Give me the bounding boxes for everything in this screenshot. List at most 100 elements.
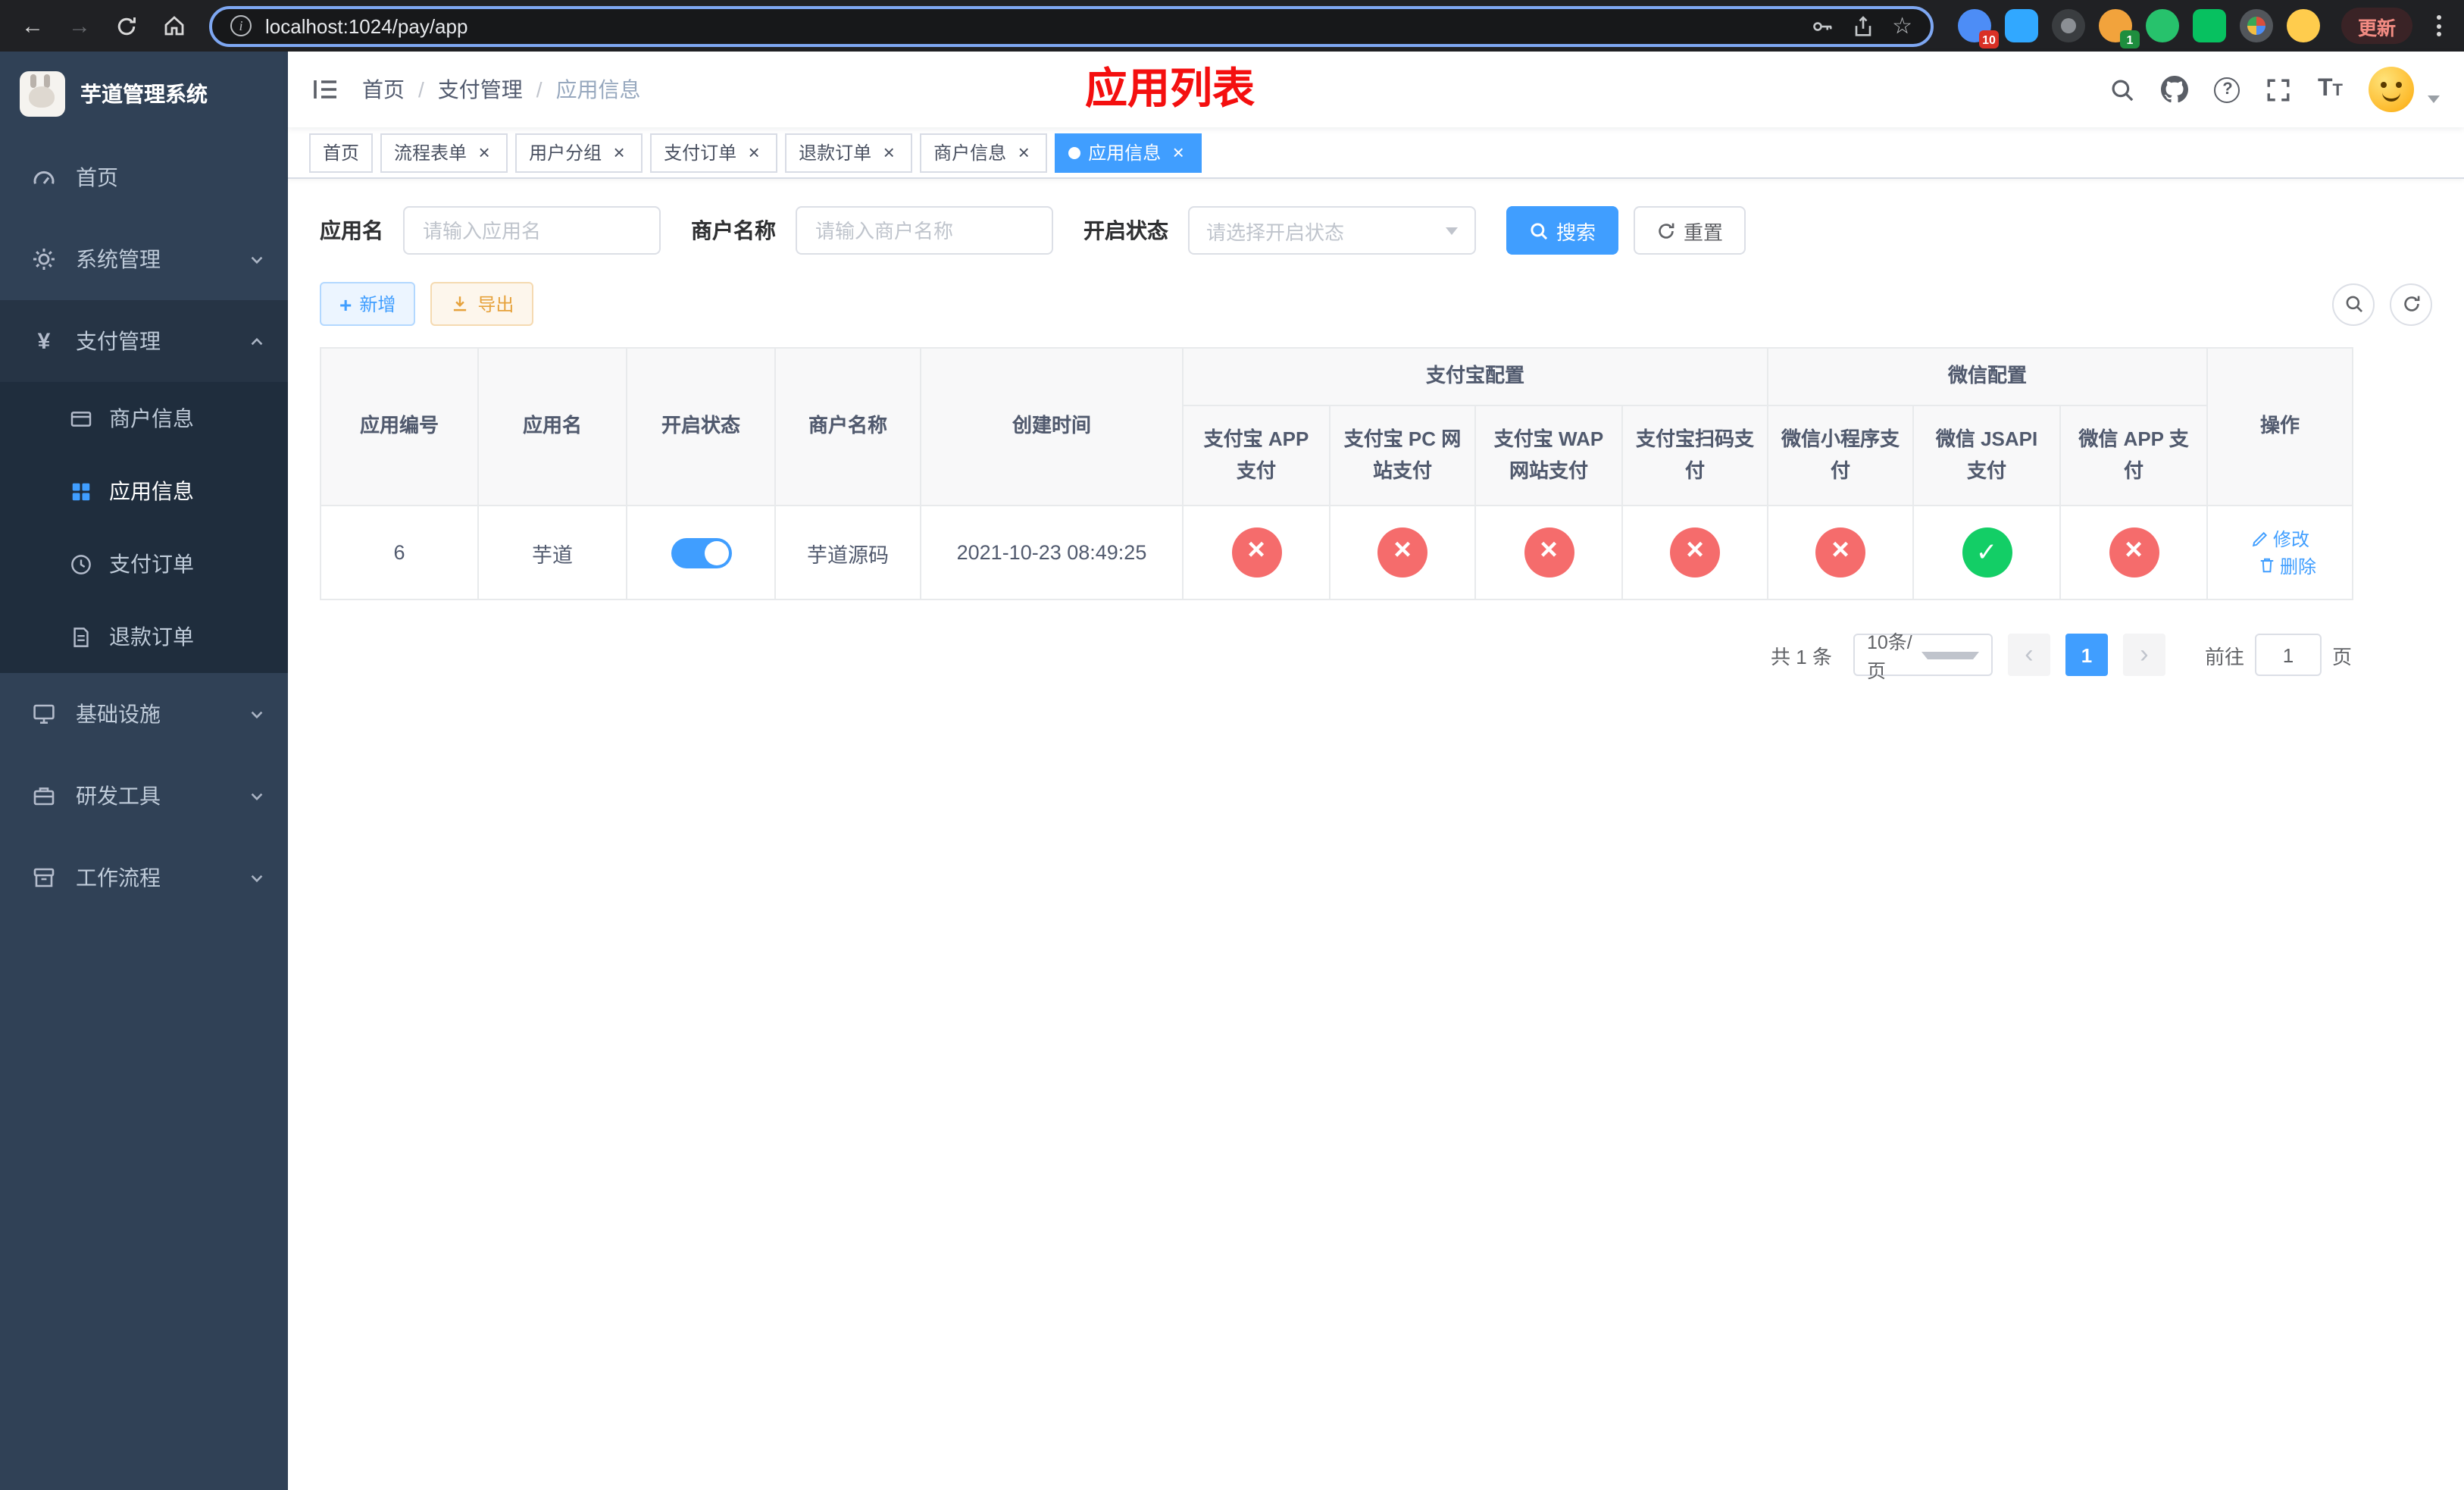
password-key-icon[interactable] bbox=[1810, 14, 1833, 37]
browser-reload-button[interactable] bbox=[106, 5, 147, 46]
search-button[interactable]: 搜索 bbox=[1506, 206, 1619, 255]
page-number-button[interactable]: 1 bbox=[2065, 634, 2108, 676]
prev-page-button[interactable] bbox=[2007, 634, 2050, 676]
sidebar-menu: 首页 系统管理 支付管理 bbox=[0, 136, 288, 1490]
sidebar-item-payment-orders[interactable]: 支付订单 bbox=[0, 527, 288, 600]
column-header-alipay-app: 支付宝 APP 支付 bbox=[1182, 405, 1330, 506]
hamburger-icon[interactable] bbox=[312, 77, 339, 102]
browser-forward-button[interactable]: → bbox=[59, 5, 100, 46]
archive-icon bbox=[30, 866, 58, 890]
extension-icon[interactable] bbox=[2004, 9, 2038, 42]
share-icon[interactable] bbox=[1851, 14, 1874, 37]
status-select[interactable]: 请选择开启状态 bbox=[1188, 206, 1476, 255]
tab-merchant-info[interactable]: 商户信息 bbox=[920, 133, 1048, 172]
url-text: localhost:1024/pay/app bbox=[265, 14, 468, 37]
close-icon[interactable] bbox=[609, 142, 629, 162]
browser-menu-button[interactable] bbox=[2425, 6, 2452, 45]
tab-refund-orders[interactable]: 退款订单 bbox=[785, 133, 913, 172]
close-icon[interactable] bbox=[474, 142, 494, 162]
extension-icon[interactable] bbox=[2051, 9, 2085, 42]
user-avatar[interactable] bbox=[2369, 67, 2414, 112]
extension-icon[interactable]: 1 bbox=[2098, 9, 2140, 49]
top-navbar: 首页 / 支付管理 / 应用信息 应用列表 bbox=[288, 52, 2464, 127]
config-status-icon bbox=[1962, 527, 2012, 578]
browser-update-button[interactable]: 更新 bbox=[2340, 8, 2412, 44]
extension-icon[interactable] bbox=[2192, 9, 2226, 42]
sidebar-item-workflow[interactable]: 工作流程 bbox=[0, 837, 288, 919]
column-header-app-name: 应用名 bbox=[477, 347, 627, 506]
chevron-down-icon bbox=[249, 869, 265, 886]
browser-back-button[interactable]: ← bbox=[12, 5, 53, 46]
group-header-wechat: 微信配置 bbox=[1767, 347, 2209, 406]
bookmark-star-icon[interactable]: ☆ bbox=[1892, 14, 1912, 37]
column-header-wechat-mini: 微信小程序支付 bbox=[1767, 405, 1915, 506]
close-icon[interactable] bbox=[744, 142, 764, 162]
page-size-select[interactable]: 10条/页 bbox=[1853, 632, 1993, 682]
breadcrumb-current: 应用信息 bbox=[555, 77, 641, 102]
extension-icon[interactable]: 10 bbox=[1957, 9, 1999, 49]
sidebar-item-system[interactable]: 系统管理 bbox=[0, 218, 288, 300]
sidebar-item-infrastructure[interactable]: 基础设施 bbox=[0, 673, 288, 755]
page-title: 应用列表 bbox=[1084, 65, 1255, 112]
extension-icon[interactable] bbox=[2286, 9, 2320, 42]
avatar-dropdown-caret-icon[interactable] bbox=[2428, 95, 2440, 103]
extension-badge: 10 bbox=[1978, 30, 1999, 49]
column-header-wechat-app: 微信 APP 支付 bbox=[2059, 405, 2209, 506]
cell-merchant: 芋道源码 bbox=[774, 505, 921, 600]
breadcrumb-separator: / bbox=[418, 77, 424, 102]
url-bar[interactable]: localhost:1024/pay/app ☆ bbox=[209, 5, 1934, 46]
refresh-table-button[interactable] bbox=[2390, 283, 2432, 325]
tab-process-form[interactable]: 流程表单 bbox=[380, 133, 508, 172]
tab-payment-orders[interactable]: 支付订单 bbox=[650, 133, 778, 172]
sidebar-item-dev-tools[interactable]: 研发工具 bbox=[0, 755, 288, 837]
search-icon[interactable] bbox=[2110, 77, 2136, 102]
extension-icon[interactable] bbox=[2239, 9, 2273, 42]
close-icon[interactable] bbox=[879, 142, 899, 162]
cell-alipay-qr bbox=[1621, 505, 1769, 600]
chevron-down-icon bbox=[1446, 227, 1458, 234]
app-logo: 芋道管理系统 bbox=[0, 52, 288, 136]
reset-button[interactable]: 重置 bbox=[1634, 206, 1746, 255]
status-label: 开启状态 bbox=[1083, 218, 1168, 243]
sidebar-item-merchant-info[interactable]: 商户信息 bbox=[0, 382, 288, 455]
sidebar-item-home[interactable]: 首页 bbox=[0, 136, 288, 218]
app-title: 芋道管理系统 bbox=[80, 82, 208, 106]
export-button[interactable]: 导出 bbox=[430, 282, 534, 326]
tab-app-info[interactable]: 应用信息 bbox=[1055, 133, 1202, 172]
breadcrumb-home[interactable]: 首页 bbox=[362, 74, 405, 105]
fullscreen-icon[interactable] bbox=[2266, 77, 2292, 102]
tab-user-group[interactable]: 用户分组 bbox=[515, 133, 643, 172]
delete-button[interactable]: 删除 bbox=[2257, 552, 2316, 578]
merchant-name-input[interactable] bbox=[796, 206, 1053, 255]
tab-label: 商户信息 bbox=[933, 142, 1007, 164]
tab-label: 支付订单 bbox=[664, 142, 737, 164]
github-icon[interactable] bbox=[2161, 76, 2189, 103]
help-icon[interactable] bbox=[2214, 77, 2240, 102]
goto-page-input[interactable] bbox=[2254, 634, 2322, 676]
site-info-icon[interactable] bbox=[230, 15, 252, 36]
trash-icon bbox=[2259, 558, 2273, 573]
extensions-area: 10 1 bbox=[1949, 9, 2329, 49]
status-switch[interactable] bbox=[671, 537, 731, 568]
yen-icon bbox=[30, 328, 58, 354]
add-button[interactable]: 新增 bbox=[320, 282, 416, 326]
toggle-search-button[interactable] bbox=[2332, 283, 2375, 325]
font-size-icon[interactable] bbox=[2318, 76, 2343, 103]
extension-icon[interactable] bbox=[2145, 9, 2179, 42]
breadcrumb-section[interactable]: 支付管理 bbox=[438, 74, 523, 105]
grid-icon bbox=[67, 480, 94, 502]
config-status-icon bbox=[1524, 527, 1574, 578]
close-icon[interactable] bbox=[1168, 142, 1188, 162]
cell-app-name: 芋道 bbox=[477, 505, 627, 600]
sidebar-item-payment[interactable]: 支付管理 bbox=[0, 300, 288, 382]
tab-home[interactable]: 首页 bbox=[309, 133, 374, 172]
edit-button[interactable]: 修改 bbox=[2250, 526, 2309, 552]
app-name-input[interactable] bbox=[403, 206, 661, 255]
next-page-button[interactable] bbox=[2122, 634, 2165, 676]
sidebar-item-refund-orders[interactable]: 退款订单 bbox=[0, 600, 288, 673]
browser-home-button[interactable] bbox=[153, 5, 194, 46]
close-icon[interactable] bbox=[1014, 142, 1033, 162]
gear-icon bbox=[30, 247, 58, 271]
page-size-value: 10条/页 bbox=[1866, 632, 1912, 682]
sidebar-item-app-info[interactable]: 应用信息 bbox=[0, 455, 288, 527]
